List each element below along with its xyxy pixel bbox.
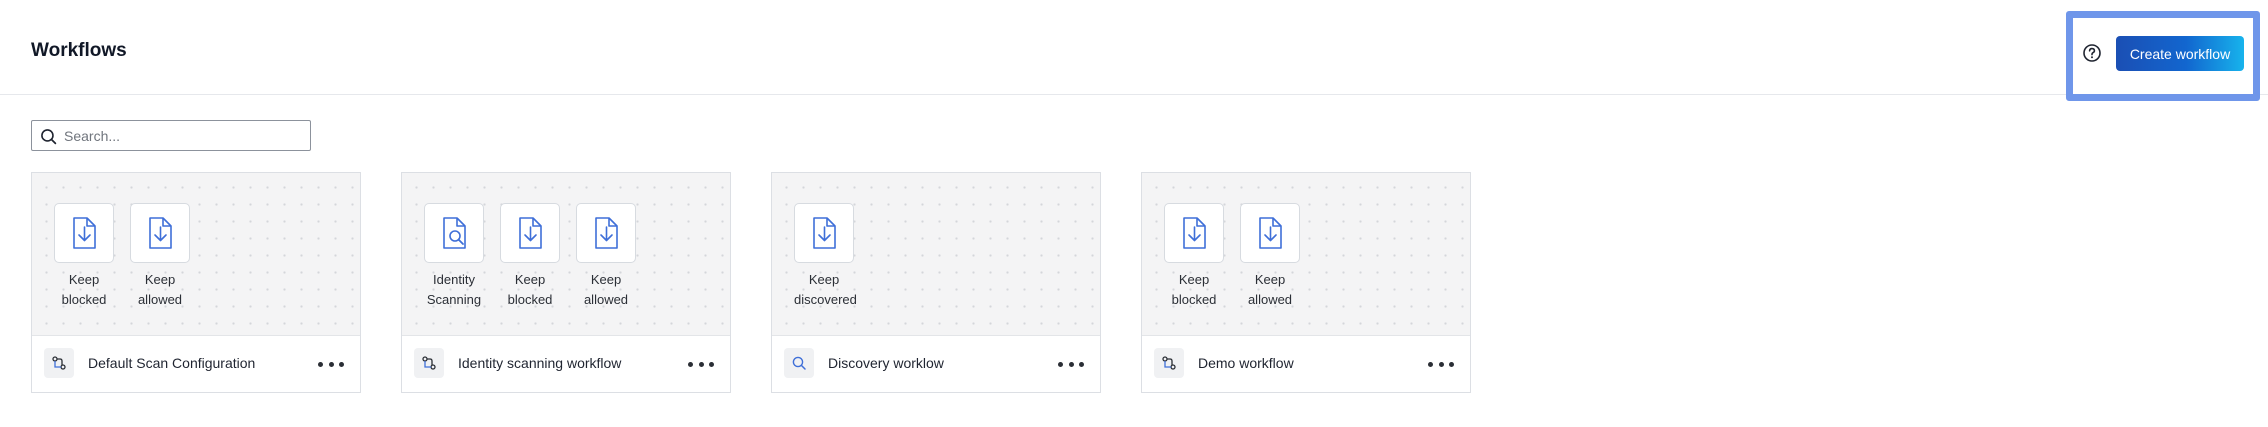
workflow-icon bbox=[1154, 348, 1184, 378]
workflow-card[interactable]: Identity Scanning Keep blocked Keep allo… bbox=[401, 172, 731, 393]
node-label: Identity Scanning bbox=[426, 272, 482, 307]
file-search-icon bbox=[434, 213, 474, 253]
workflow-preview-canvas: Keep discovered bbox=[772, 173, 1100, 336]
workflow-node[interactable]: Keep allowed bbox=[576, 203, 636, 310]
workflow-name[interactable]: Identity scanning workflow bbox=[458, 355, 621, 371]
workflow-node[interactable]: Identity Scanning bbox=[424, 203, 484, 310]
workflow-node[interactable]: Keep discovered bbox=[794, 203, 857, 310]
workflow-name[interactable]: Default Scan Configuration bbox=[88, 355, 255, 371]
file-download-icon bbox=[804, 213, 844, 253]
workflow-preview-canvas: Keep blocked Keep allowed bbox=[1142, 173, 1470, 336]
file-download-icon bbox=[510, 213, 550, 253]
workflow-preview-canvas: Identity Scanning Keep blocked Keep allo… bbox=[402, 173, 730, 336]
create-workflow-button[interactable]: Create workflow bbox=[2116, 36, 2244, 71]
node-label: Keep allowed bbox=[583, 272, 629, 307]
node-label: Keep discovered bbox=[794, 272, 857, 307]
workflow-node[interactable]: Keep blocked bbox=[54, 203, 114, 310]
node-label: Keep allowed bbox=[137, 272, 183, 307]
workflow-icon bbox=[44, 348, 74, 378]
workflow-node[interactable]: Keep blocked bbox=[500, 203, 560, 310]
file-download-icon bbox=[1250, 213, 1290, 253]
page-header: Workflows Create workflow bbox=[0, 0, 2268, 101]
workflow-card[interactable]: Keep blocked Keep allowed Default Scan C… bbox=[31, 172, 361, 393]
workflow-node[interactable]: Keep blocked bbox=[1164, 203, 1224, 310]
more-options-icon[interactable] bbox=[1428, 354, 1454, 374]
search-input[interactable] bbox=[64, 124, 304, 148]
node-label: Keep blocked bbox=[507, 272, 553, 307]
file-download-icon bbox=[586, 213, 626, 253]
workflow-preview-canvas: Keep blocked Keep allowed bbox=[32, 173, 360, 336]
workflow-name[interactable]: Demo workflow bbox=[1198, 355, 1294, 371]
workflow-node[interactable]: Keep allowed bbox=[1240, 203, 1300, 310]
workflow-card-footer: Identity scanning workflow bbox=[402, 336, 730, 392]
workflow-card-footer: Discovery worklow bbox=[772, 336, 1100, 392]
node-label: Keep allowed bbox=[1247, 272, 1293, 307]
workflow-card-footer: Default Scan Configuration bbox=[32, 336, 360, 392]
workflow-name[interactable]: Discovery worklow bbox=[828, 355, 944, 371]
file-download-icon bbox=[140, 213, 180, 253]
workflow-card[interactable]: Keep discovered Discovery worklow bbox=[771, 172, 1101, 393]
more-options-icon[interactable] bbox=[318, 354, 344, 374]
more-options-icon[interactable] bbox=[1058, 354, 1084, 374]
file-download-icon bbox=[1174, 213, 1214, 253]
file-download-icon bbox=[64, 213, 104, 253]
workflow-card-footer: Demo workflow bbox=[1142, 336, 1470, 392]
node-label: Keep blocked bbox=[61, 272, 107, 307]
page-title: Workflows bbox=[31, 40, 127, 61]
workflow-card[interactable]: Keep blocked Keep allowed Demo workflow bbox=[1141, 172, 1471, 393]
more-options-icon[interactable] bbox=[688, 354, 714, 374]
node-label: Keep blocked bbox=[1171, 272, 1217, 307]
search-icon bbox=[41, 129, 57, 145]
workflow-node[interactable]: Keep allowed bbox=[130, 203, 190, 310]
discovery-search-icon bbox=[784, 348, 814, 378]
workflow-icon bbox=[414, 348, 444, 378]
search-box bbox=[31, 120, 311, 151]
